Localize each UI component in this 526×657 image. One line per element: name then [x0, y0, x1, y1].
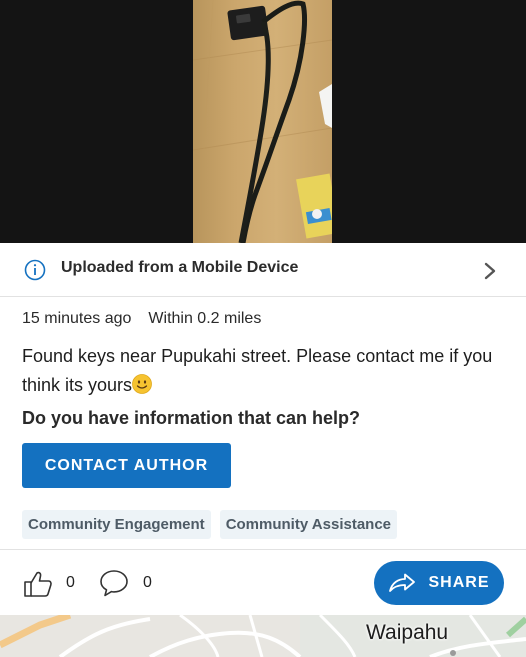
- action-bar: 0 0 SHARE: [0, 549, 526, 616]
- post-time: 15 minutes ago: [22, 310, 132, 327]
- post-photo-area[interactable]: [0, 0, 526, 243]
- share-arrow-icon: [389, 573, 416, 592]
- post-meta: 15 minutes ago Within 0.2 miles: [22, 310, 261, 328]
- speech-bubble-icon[interactable]: [99, 569, 129, 597]
- chevron-right-icon[interactable]: [482, 262, 498, 280]
- help-question: Do you have information that can help?: [22, 408, 361, 428]
- lanyard-photo-illustration: [193, 0, 332, 243]
- post-distance: Within 0.2 miles: [148, 310, 262, 327]
- map-place-label: Waipahu: [366, 621, 449, 644]
- tag-community-assistance[interactable]: Community Assistance: [219, 510, 398, 539]
- tag-list: Community Engagement Community Assistanc…: [22, 510, 398, 539]
- post-message: Found keys near Pupukahi street. Please …: [22, 342, 507, 400]
- upload-source-label: Uploaded from a Mobile Device: [61, 259, 299, 276]
- like-count: 0: [66, 574, 75, 591]
- location-map[interactable]: Waipahu: [0, 615, 526, 657]
- contact-author-button[interactable]: CONTACT AUTHOR: [22, 443, 231, 488]
- info-circle-icon: [24, 259, 46, 281]
- thumbs-up-icon[interactable]: [23, 570, 53, 598]
- smiling-face-emoji-icon: [132, 374, 152, 394]
- tag-community-engagement[interactable]: Community Engagement: [22, 510, 211, 539]
- upload-source-row[interactable]: Uploaded from a Mobile Device: [0, 243, 526, 297]
- comment-count: 0: [143, 574, 152, 591]
- share-button[interactable]: SHARE: [374, 561, 504, 605]
- post-message-text: Found keys near Pupukahi street. Please …: [22, 346, 493, 395]
- share-button-label: SHARE: [428, 574, 490, 591]
- post-photo[interactable]: [193, 0, 332, 243]
